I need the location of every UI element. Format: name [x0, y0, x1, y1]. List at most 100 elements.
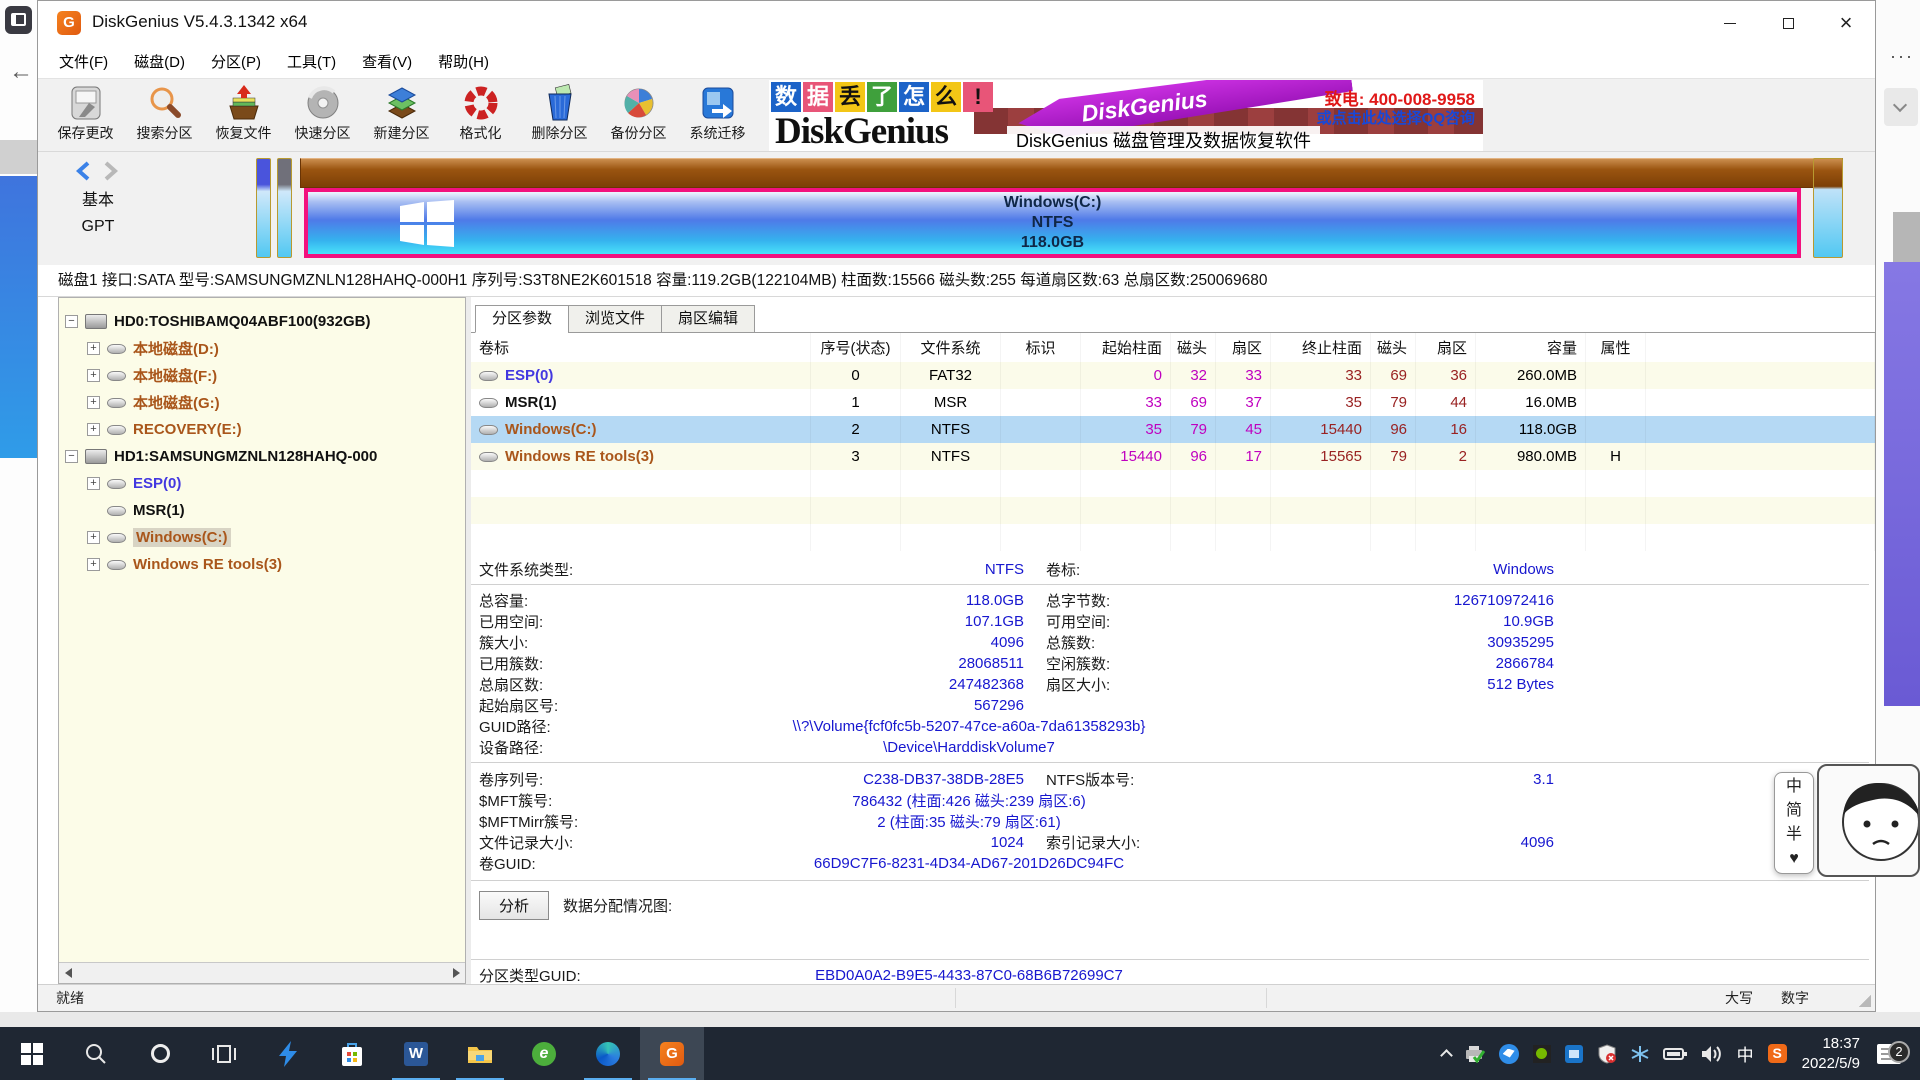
expand-icon[interactable]: + [87, 342, 100, 355]
background-fragment [1893, 212, 1920, 262]
search-partition-button[interactable]: 搜索分区 [125, 80, 204, 150]
partition-bar-windows-re[interactable] [1813, 158, 1843, 258]
cortana-button[interactable] [128, 1027, 192, 1080]
detail-row: 总容量:118.0GB 总字节数:126710972416 [471, 590, 1875, 611]
start-button[interactable] [0, 1027, 64, 1080]
backup-partition-button[interactable]: 备份分区 [599, 80, 678, 150]
flash-app-button[interactable] [256, 1027, 320, 1080]
taskbar-clock[interactable]: 18:372022/5/9 [1794, 1027, 1870, 1080]
tree-item-recovery-e[interactable]: + RECOVERY(E:) [59, 416, 465, 443]
tab-partition-params[interactable]: 分区参数 [475, 305, 569, 333]
maximize-button[interactable] [1759, 1, 1817, 45]
table-row[interactable]: Windows RE tools(3) 3 NTFS 15440 96 17 1… [471, 443, 1875, 470]
expand-icon[interactable]: + [87, 423, 100, 436]
expand-icon[interactable]: + [87, 369, 100, 382]
tray-security-button[interactable] [1590, 1027, 1624, 1080]
banner-tile: 据 [803, 82, 833, 112]
menu-partition[interactable]: 分区(P) [198, 51, 274, 72]
menu-tools[interactable]: 工具(T) [274, 51, 349, 72]
expand-icon[interactable]: + [87, 396, 100, 409]
tree-item-local-d[interactable]: + 本地磁盘(D:) [59, 335, 465, 362]
promo-banner[interactable]: 数 据 丢 了 怎 么 ! DiskGenius DiskGenius 致电: … [769, 80, 1483, 151]
menu-bar: 文件(F) 磁盘(D) 分区(P) 工具(T) 查看(V) 帮助(H) [38, 45, 1875, 78]
banner-qq-link[interactable]: 或点击此处选择QQ咨询 [1317, 107, 1475, 128]
tab-browse-files[interactable]: 浏览文件 [568, 305, 662, 333]
microsoft-store-button[interactable] [320, 1027, 384, 1080]
resize-grip[interactable] [1859, 995, 1871, 1007]
table-row-empty [471, 524, 1875, 551]
tree-item-hd1[interactable]: − HD1:SAMSUNGMZNLN128HAHQ-000 [59, 443, 465, 470]
scroll-left-button[interactable] [59, 963, 77, 983]
title-bar: G DiskGenius V5.4.3.1342 x64 × [38, 1, 1875, 45]
tray-nvidia-button[interactable] [1526, 1027, 1558, 1080]
menu-view[interactable]: 查看(V) [349, 51, 425, 72]
divider [471, 584, 1869, 585]
expand-icon[interactable]: + [87, 558, 100, 571]
taskbar-search-button[interactable] [64, 1027, 128, 1080]
expand-icon[interactable]: + [87, 477, 100, 490]
tray-volume-button[interactable] [1694, 1027, 1730, 1080]
ime-mascot-panel[interactable] [1817, 764, 1920, 877]
tray-battery-button[interactable] [1656, 1027, 1694, 1080]
tree-item-local-g[interactable]: + 本地磁盘(G:) [59, 389, 465, 416]
tab-sector-edit[interactable]: 扇区编辑 [661, 305, 755, 333]
windows-taskbar: W e G 中 S 18:372022/5/9 [0, 1027, 1920, 1080]
partition-bar-windows-c[interactable]: Windows(C:) NTFS 118.0GB [304, 188, 1801, 258]
close-button[interactable]: × [1817, 1, 1875, 45]
tray-printer-button[interactable] [1458, 1027, 1492, 1080]
partition-bar-msr[interactable] [277, 158, 292, 258]
menu-disk[interactable]: 磁盘(D) [121, 51, 198, 72]
save-changes-button[interactable]: 保存更改 [46, 80, 125, 150]
recover-files-button[interactable]: 恢复文件 [204, 80, 283, 150]
collapse-icon[interactable]: − [65, 450, 78, 463]
table-row-selected[interactable]: Windows(C:) 2 NTFS 35 79 45 15440 96 16 … [471, 416, 1875, 443]
task-view-button[interactable] [192, 1027, 256, 1080]
tree-item-hd0[interactable]: − HD0:TOSHIBAMQ04ABF100(932GB) [59, 308, 465, 335]
next-disk-icon[interactable] [100, 160, 120, 182]
delete-partition-button[interactable]: 删除分区 [520, 80, 599, 150]
expand-icon[interactable]: + [87, 531, 100, 544]
tree-item-msr[interactable]: MSR(1) [59, 497, 465, 524]
browser-e-icon: e [532, 1042, 556, 1066]
tray-chevron-button[interactable] [1435, 1027, 1458, 1080]
word-button[interactable]: W [384, 1027, 448, 1080]
menu-file[interactable]: 文件(F) [46, 51, 121, 72]
minimize-button[interactable] [1701, 1, 1759, 45]
tree-item-esp[interactable]: + ESP(0) [59, 470, 465, 497]
tray-messenger-button[interactable] [1492, 1027, 1526, 1080]
format-button[interactable]: 格式化 [441, 80, 520, 150]
table-row[interactable]: ESP(0) 0 FAT32 0 32 33 33 69 36 260.0MB [471, 362, 1875, 389]
tree-item-local-f[interactable]: + 本地磁盘(F:) [59, 362, 465, 389]
edge-button[interactable] [576, 1027, 640, 1080]
speaker-icon [1701, 1045, 1723, 1063]
browser-360-button[interactable]: e [512, 1027, 576, 1080]
tray-sogou-button[interactable]: S [1761, 1027, 1794, 1080]
tray-ime-button[interactable]: 中 [1730, 1027, 1761, 1080]
scroll-right-button[interactable] [447, 963, 465, 983]
table-row[interactable]: MSR(1) 1 MSR 33 69 37 35 79 44 16.0MB [471, 389, 1875, 416]
ime-char: 中 [1786, 775, 1802, 799]
hard-disk-icon [85, 449, 107, 464]
back-arrow-icon: ← [9, 58, 33, 86]
diskgenius-taskbar-button[interactable]: G [640, 1027, 704, 1080]
menu-help[interactable]: 帮助(H) [425, 51, 502, 72]
save-changes-icon [67, 84, 105, 122]
ime-floating-bar[interactable]: 中 简 半 ♥ [1774, 772, 1814, 874]
chevron-down-icon [1884, 88, 1918, 126]
analyze-button[interactable]: 分析 [479, 891, 549, 920]
tree-horizontal-scrollbar[interactable] [59, 962, 465, 983]
new-partition-button[interactable]: 新建分区 [362, 80, 441, 150]
tray-snowflake-button[interactable] [1624, 1027, 1656, 1080]
prev-disk-icon[interactable] [74, 160, 94, 182]
file-explorer-button[interactable] [448, 1027, 512, 1080]
sogou-icon: S [1768, 1044, 1787, 1063]
partition-bar-esp[interactable] [256, 158, 271, 258]
tray-intel-graphics-button[interactable] [1558, 1027, 1590, 1080]
collapse-icon[interactable]: − [65, 315, 78, 328]
device-tree: − HD0:TOSHIBAMQ04ABF100(932GB) + 本地磁盘(D:… [58, 297, 466, 984]
system-migrate-button[interactable]: 系统迁移 [678, 80, 757, 150]
tree-item-windows-c[interactable]: + Windows(C:) [59, 524, 465, 551]
tree-item-windows-re[interactable]: + Windows RE tools(3) [59, 551, 465, 578]
quick-partition-button[interactable]: 快速分区 [283, 80, 362, 150]
action-center-button[interactable]: 2 [1870, 1027, 1912, 1080]
